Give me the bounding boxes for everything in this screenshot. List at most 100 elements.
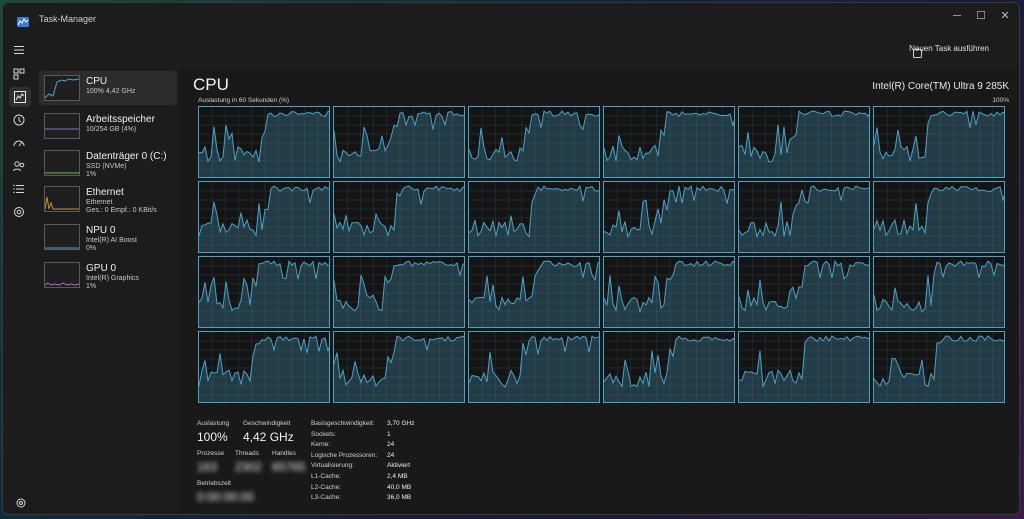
minimize-button[interactable]: ─	[949, 9, 965, 23]
core-graph-15	[603, 256, 735, 328]
core-graph-19	[333, 331, 465, 403]
processes-icon[interactable]	[12, 67, 28, 83]
processes-value: 163	[197, 460, 218, 474]
maximize-button[interactable]: ☐	[973, 9, 989, 23]
details-icon[interactable]	[12, 182, 28, 198]
core-graph-5	[873, 106, 1005, 178]
core-graph-23	[873, 331, 1005, 403]
perf-item-detail: 100% 4,42 GHz	[86, 88, 136, 95]
core-graph-17	[873, 256, 1005, 328]
window-title: Task-Manager	[39, 14, 97, 24]
spec-label: Sockets:	[311, 430, 336, 438]
settings-icon[interactable]	[15, 496, 27, 508]
perf-thumbnail-graph	[44, 75, 80, 101]
perf-thumbnail-graph	[44, 113, 80, 139]
spec-label: L1-Cache:	[311, 473, 341, 480]
speed-value: 4,42 GHz	[243, 430, 294, 444]
perf-thumbnail-graph	[44, 262, 80, 288]
title-bar[interactable]: Task-Manager ─ ☐ ✕	[3, 3, 1019, 35]
threads-label: Threads	[235, 450, 259, 457]
spec-value: 40,0 MB	[387, 483, 412, 491]
perf-item-arbeitsspeicher[interactable]: Arbeitsspeicher 10/254 GB (4%)	[39, 109, 177, 143]
core-graph-8	[468, 181, 600, 253]
utilization-value: 100%	[197, 430, 228, 444]
core-graph-11	[873, 181, 1005, 253]
performance-sidebar: CPU 100% 4,42 GHz Arbeitsspeicher 10/254 GB…	[37, 69, 179, 299]
perf-item-detail: Intel(R) Graphics	[86, 275, 139, 282]
perf-item-datentr-ger-0-c[interactable]: Datenträger 0 (C:) SSD (NVMe) 1%	[39, 146, 177, 180]
navigation-rail	[3, 35, 37, 514]
core-graph-grid[interactable]	[198, 106, 1008, 406]
spec-value: 2,4 MB	[387, 473, 408, 480]
history-icon[interactable]	[12, 113, 28, 129]
uptime-label: Betriebszeit	[197, 480, 231, 487]
perf-thumbnail-graph	[44, 150, 80, 176]
spec-value: Aktiviert	[387, 462, 411, 470]
perf-item-name: CPU	[86, 76, 108, 87]
spec-label: L3-Cache:	[311, 494, 341, 502]
spec-label: L2-Cache:	[311, 483, 341, 491]
core-graph-2	[468, 106, 600, 178]
perf-item-usage: Ges.: 0 Empf.: 0 KBit/s	[86, 207, 157, 214]
perf-item-name: NPU 0	[86, 225, 116, 236]
spec-label: Basisgeschwindigkeit:	[311, 420, 375, 427]
threads-value: 2302	[235, 460, 262, 474]
core-graph-21	[603, 331, 735, 403]
perf-item-usage: 0%	[86, 245, 97, 252]
core-graph-13	[333, 256, 465, 328]
perf-item-usage: 1%	[86, 171, 97, 178]
perf-item-name: Datenträger 0 (C:)	[86, 151, 167, 162]
core-graph-12	[198, 256, 330, 328]
spec-value: 24	[387, 441, 395, 449]
core-graph-0	[198, 106, 330, 178]
perf-item-detail: 10/254 GB (4%)	[86, 126, 137, 133]
spec-label: Kerne:	[311, 441, 331, 449]
perf-item-detail: Intel(R) AI Boost	[86, 237, 137, 244]
core-graph-10	[738, 181, 870, 253]
task-manager-window: Task-Manager ─ ☐ ✕ Neuen Task ausführen	[2, 2, 1020, 515]
performance-icon[interactable]	[9, 87, 31, 107]
core-graph-3	[603, 106, 735, 178]
core-graph-18	[198, 331, 330, 403]
utilization-label: Auslastung	[197, 420, 230, 427]
perf-item-gpu-0[interactable]: GPU 0 Intel(R) Graphics 1%	[39, 258, 177, 292]
core-graph-22	[738, 331, 870, 403]
core-graph-4	[738, 106, 870, 178]
spec-value: 36,0 MB	[387, 494, 412, 502]
core-graph-20	[468, 331, 600, 403]
menu-icon[interactable]	[12, 43, 28, 59]
perf-item-name: Arbeitsspeicher	[86, 114, 155, 125]
core-graph-7	[333, 181, 465, 253]
cpu-model-name: Intel(R) Core(TM) Ultra 9 285K	[872, 81, 1009, 92]
graph-max-label: 100%	[992, 97, 1009, 104]
spec-value: 24	[387, 451, 395, 459]
page-title: CPU	[193, 75, 229, 94]
perf-item-name: GPU 0	[86, 263, 117, 274]
perf-item-detail: Ethernet	[86, 199, 113, 206]
startup-icon[interactable]	[12, 136, 28, 152]
perf-item-ethernet[interactable]: Ethernet Ethernet Ges.: 0 Empf.: 0 KBit/s	[39, 182, 177, 216]
core-graph-16	[738, 256, 870, 328]
perf-thumbnail-graph	[44, 186, 80, 212]
core-graph-1	[333, 106, 465, 178]
spec-label: Virtualisierung:	[311, 462, 354, 470]
spec-label: Logische Prozessoren:	[311, 451, 378, 459]
run-new-task-button[interactable]: Neuen Task ausführen	[909, 44, 989, 53]
close-button[interactable]: ✕	[997, 9, 1013, 23]
toolbar: Neuen Task ausführen	[39, 37, 1019, 65]
perf-item-detail: SSD (NVMe)	[86, 163, 127, 170]
perf-item-usage: 1%	[86, 283, 97, 290]
core-graph-14	[468, 256, 600, 328]
users-icon[interactable]	[12, 159, 28, 175]
perf-item-npu-0[interactable]: NPU 0 Intel(R) AI Boost 0%	[39, 220, 177, 254]
speed-label: Geschwindigkeit	[243, 420, 291, 427]
perf-item-cpu[interactable]: CPU 100% 4,42 GHz	[39, 71, 177, 105]
services-icon[interactable]	[12, 205, 28, 221]
processes-label: Prozesse	[197, 450, 225, 457]
spec-value: 3,70 GHz	[387, 420, 415, 427]
cpu-stats: Auslastung 100% Geschwindigkeit 4,42 GHz…	[197, 420, 557, 510]
perf-item-name: Ethernet	[86, 187, 124, 198]
handles-label: Handles	[272, 450, 296, 457]
perf-thumbnail-graph	[44, 224, 80, 250]
uptime-value: 0:00:00:00	[197, 490, 254, 504]
